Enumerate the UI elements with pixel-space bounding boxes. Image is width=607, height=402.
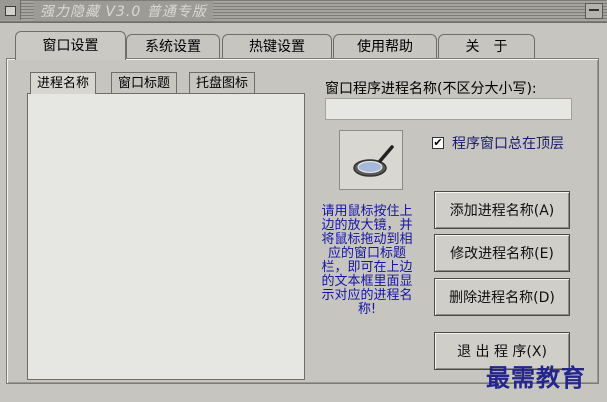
help-instructions: 请用鼠标按住上边的放大镜，并将鼠标拖动到相应的窗口标题栏，即可在上边的文本框里面… bbox=[321, 204, 413, 317]
system-menu-icon[interactable] bbox=[0, 0, 21, 20]
delete-process-button[interactable]: 删除进程名称(D) bbox=[434, 278, 570, 316]
topmost-label: 程序窗口总在顶层 bbox=[452, 136, 564, 152]
process-name-list[interactable] bbox=[27, 93, 305, 380]
magnifier-icon bbox=[353, 145, 394, 177]
process-name-input[interactable] bbox=[325, 98, 572, 120]
add-process-button[interactable]: 添加进程名称(A) bbox=[434, 191, 570, 229]
tab-about[interactable]: 关 于 bbox=[438, 34, 535, 59]
process-list-panel: 进程名称 窗口标题 托盘图标 bbox=[27, 72, 305, 380]
tab-system-settings[interactable]: 系统设置 bbox=[126, 34, 220, 59]
title-bar[interactable]: 强力隐藏 V3.0 普通专版 bbox=[0, 0, 607, 23]
tab-window-settings[interactable]: 窗口设置 bbox=[15, 31, 126, 60]
subtab-window-title[interactable]: 窗口标题 bbox=[111, 72, 178, 94]
edit-process-button[interactable]: 修改进程名称(E) bbox=[434, 234, 570, 272]
window-title: 强力隐藏 V3.0 普通专版 bbox=[34, 1, 213, 21]
tab-help[interactable]: 使用帮助 bbox=[333, 34, 437, 59]
topmost-option[interactable]: ✔ 程序窗口总在顶层 bbox=[432, 134, 564, 152]
magnifier-drag-tool[interactable] bbox=[339, 130, 403, 190]
subtab-tray-icon[interactable]: 托盘图标 bbox=[189, 72, 256, 94]
minimize-button[interactable] bbox=[585, 3, 603, 19]
watermark-text: 最需教育 bbox=[486, 363, 586, 392]
subtab-process-name[interactable]: 进程名称 bbox=[30, 72, 97, 94]
topmost-checkbox[interactable]: ✔ bbox=[432, 137, 444, 149]
process-name-label: 窗口程序进程名称(不区分大小写): bbox=[325, 81, 537, 97]
tab-hotkey-settings[interactable]: 热键设置 bbox=[222, 34, 332, 59]
